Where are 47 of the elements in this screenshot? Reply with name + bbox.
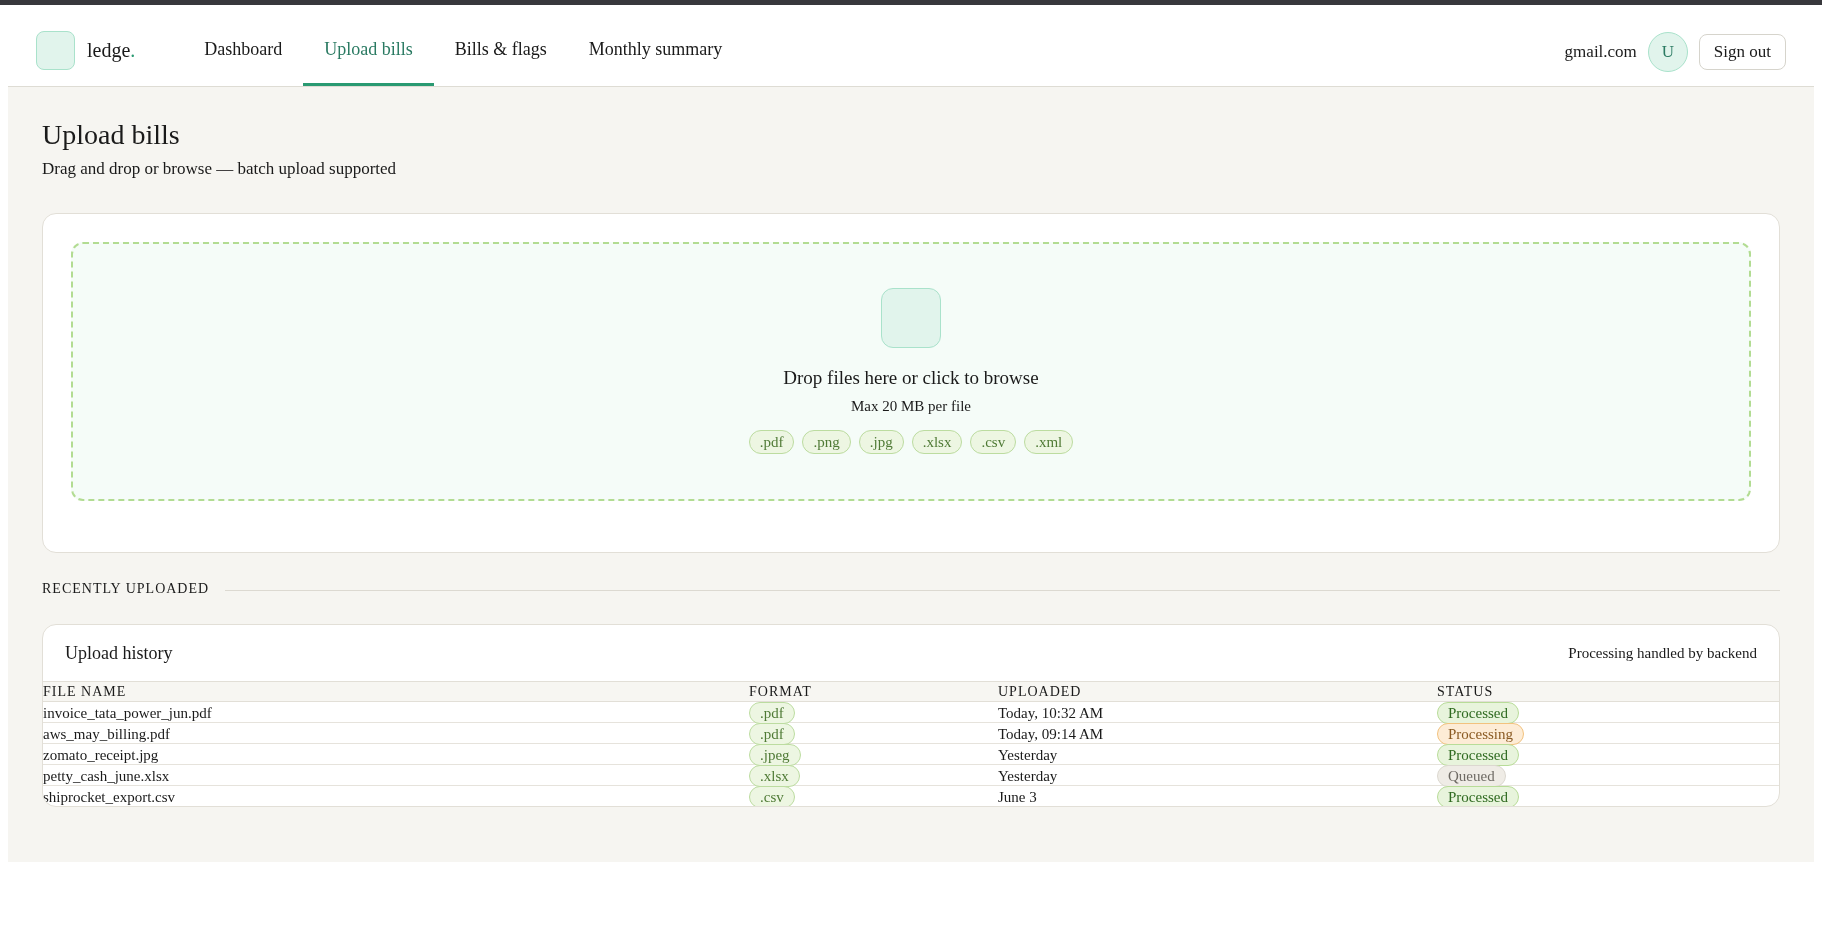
status-tag: Queued: [1437, 765, 1506, 787]
file-name-cell-text: aws_may_billing.pdf: [43, 725, 172, 744]
user-avatar: U: [1647, 31, 1688, 72]
format-tag: .png: [802, 430, 851, 454]
card-title: Upload history: [65, 642, 173, 664]
drop-zone[interactable]: Drop files here or click to browse Max 20 MB per file .pdf .png .jpg .xlsx .csv .xml: [71, 242, 1751, 501]
size-limit-note: Max 20 MB per file: [851, 397, 971, 416]
column-header: UPLOADED: [998, 683, 1083, 701]
nav-tab[interactable]: Dashboard: [183, 15, 304, 86]
nav-tab[interactable]: Monthly summary: [567, 15, 744, 86]
uploaded-cell-text: Yesterday: [998, 767, 1059, 786]
logo-tile-icon: [36, 31, 75, 70]
status-tag: Processed: [1437, 744, 1519, 766]
processing-note: Processing handled by backend: [1568, 644, 1757, 662]
uploaded-cell-text: June 3: [998, 788, 1038, 806]
status-tag: Processing: [1437, 723, 1524, 745]
format-tag: .pdf: [749, 702, 795, 724]
nav-tab[interactable]: Bills & flags: [433, 15, 568, 86]
file-name-cell-text: zomato_receipt.jpg: [43, 746, 160, 765]
format-tag: .xml: [1024, 430, 1074, 454]
drop-tile-icon: [881, 288, 941, 348]
file-name-cell-text: petty_cash_june.xlsx: [43, 767, 171, 786]
status-tag: Processed: [1437, 786, 1519, 806]
section-heading: RECENTLY UPLOADED: [42, 580, 210, 598]
format-tag: .xlsx: [911, 430, 963, 454]
uploaded-cell-text: Today, 09:14 AM: [998, 725, 1105, 744]
logo-wordmark: ledge.: [87, 39, 136, 62]
file-name-cell-text: shiprocket_export.csv: [43, 788, 177, 806]
file-name-cell-text: invoice_tata_power_jun.pdf: [43, 704, 213, 723]
format-tag: .pdf: [749, 723, 795, 745]
sign-out-button[interactable]: Sign out: [1698, 33, 1786, 70]
format-tag: .xlsx: [749, 765, 800, 787]
format-tag: .jpeg: [749, 744, 801, 766]
drop-prompt: Drop files here or click to browse: [783, 366, 1039, 390]
column-header: FORMAT: [749, 683, 813, 701]
uploaded-cell-text: Yesterday: [998, 746, 1059, 765]
page-subtitle: Drag and drop or browse — batch upload supported: [42, 158, 397, 180]
uploaded-cell-text: Today, 10:32 AM: [998, 704, 1105, 723]
column-header: STATUS: [1437, 683, 1495, 701]
format-tag: .csv: [749, 786, 795, 806]
status-tag: Processed: [1437, 702, 1519, 724]
page-title: Upload bills: [42, 119, 180, 151]
account-email: gmail.com: [1564, 41, 1637, 62]
format-tag: .pdf: [748, 430, 795, 454]
format-tag: .jpg: [858, 430, 904, 454]
format-tag: .csv: [970, 430, 1017, 454]
column-header: FILE NAME: [43, 683, 128, 701]
